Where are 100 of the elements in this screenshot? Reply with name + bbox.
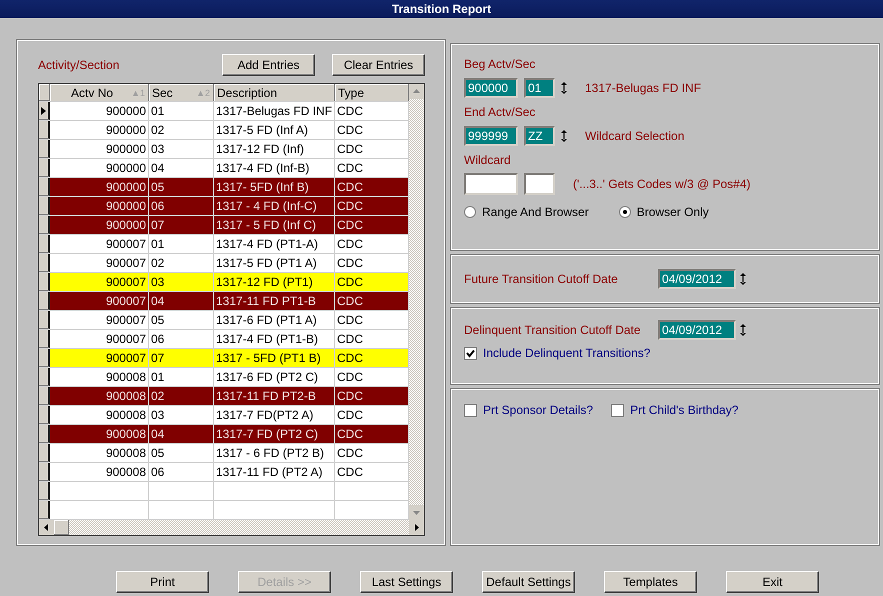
table-cell: 05 bbox=[149, 444, 214, 462]
spin-icon[interactable] bbox=[561, 130, 567, 142]
table-cell: 1317-7 FD (PT2 C) bbox=[214, 425, 335, 443]
row-selector[interactable] bbox=[39, 425, 50, 443]
row-selector[interactable] bbox=[39, 102, 50, 120]
checkbox-icon[interactable] bbox=[611, 404, 624, 416]
radio-icon[interactable] bbox=[464, 206, 476, 218]
entries-button[interactable]: Add Entries bbox=[222, 54, 315, 76]
spin-icon[interactable] bbox=[561, 82, 567, 94]
table-cell: 1317 - 6 FD (PT2 B) bbox=[214, 444, 335, 462]
table-cell: 900008 bbox=[50, 425, 149, 443]
table-cell: 1317-5 FD (Inf A) bbox=[214, 121, 335, 139]
table-cell: 07 bbox=[149, 349, 214, 367]
wildcard-label: Wildcard bbox=[464, 153, 511, 167]
action-button[interactable]: Default Settings bbox=[482, 571, 575, 593]
table-cell: 1317-5 FD (PT1 A) bbox=[214, 254, 335, 272]
table-cell: 06 bbox=[149, 330, 214, 348]
activity-field[interactable]: 900000 bbox=[464, 78, 518, 98]
table-cell: 1317-4 FD (PT1-B) bbox=[214, 330, 335, 348]
table-cell: 04 bbox=[149, 425, 214, 443]
table-cell: 900007 bbox=[50, 292, 149, 310]
horizontal-scrollbar[interactable] bbox=[39, 520, 424, 535]
table-cell: 900007 bbox=[50, 311, 149, 329]
row-selector[interactable] bbox=[39, 254, 50, 272]
table-cell: 05 bbox=[149, 178, 214, 196]
table-cell: 1317-12 FD (Inf) bbox=[214, 140, 335, 158]
row-selector[interactable] bbox=[39, 330, 50, 348]
date-field[interactable]: 04/09/2012 bbox=[658, 269, 736, 289]
future-cutoff-label: Future Transition Cutoff Date bbox=[464, 272, 619, 286]
row-selector[interactable] bbox=[39, 463, 50, 481]
spin-icon[interactable] bbox=[740, 324, 746, 336]
entries-button[interactable]: Clear Entries bbox=[332, 54, 425, 76]
row-selector[interactable] bbox=[39, 444, 50, 462]
table-cell: 01 bbox=[149, 368, 214, 386]
row-selector[interactable] bbox=[39, 121, 50, 139]
option-checkbox[interactable]: Prt Child's Birthday? bbox=[611, 403, 738, 417]
table-cell: 01 bbox=[149, 102, 214, 120]
table-cell: 03 bbox=[149, 406, 214, 424]
row-selector[interactable] bbox=[39, 292, 50, 310]
scroll-thumb[interactable] bbox=[54, 520, 69, 535]
table-cell: 06 bbox=[149, 463, 214, 481]
table-cell: 1317-6 FD (PT1 A) bbox=[214, 311, 335, 329]
section-field[interactable]: 01 bbox=[524, 78, 555, 98]
row-selector[interactable] bbox=[39, 406, 50, 424]
action-button[interactable]: Last Settings bbox=[360, 571, 453, 593]
table-cell: 900007 bbox=[50, 254, 149, 272]
activity-label: Activity/Section bbox=[38, 58, 120, 72]
table-cell: 900008 bbox=[50, 406, 149, 424]
row-selector[interactable] bbox=[39, 501, 50, 519]
column-header[interactable]: Description bbox=[214, 84, 335, 101]
table-cell: 900000 bbox=[50, 102, 149, 120]
radio-icon[interactable] bbox=[618, 206, 631, 218]
table-cell: 02 bbox=[149, 121, 214, 139]
scroll-left-icon[interactable] bbox=[39, 520, 54, 535]
table-cell: 04 bbox=[149, 159, 214, 177]
row-selector[interactable] bbox=[39, 387, 50, 405]
checkbox-icon[interactable] bbox=[464, 346, 477, 360]
table-cell: 02 bbox=[149, 254, 214, 272]
table-cell: 900007 bbox=[50, 349, 149, 367]
end-description: Wildcard Selection bbox=[585, 129, 684, 143]
row-selector[interactable] bbox=[39, 368, 50, 386]
radio-option[interactable]: Range And Browser bbox=[464, 205, 589, 219]
table-cell: 1317-11 FD PT2-B bbox=[214, 387, 335, 405]
row-selector[interactable] bbox=[39, 159, 50, 177]
option-checkbox[interactable]: Prt Sponsor Details? bbox=[464, 403, 594, 417]
table-cell: 900008 bbox=[50, 444, 149, 462]
row-selector[interactable] bbox=[39, 140, 50, 158]
action-button[interactable]: Print bbox=[116, 571, 209, 593]
column-header[interactable]: Type bbox=[335, 84, 409, 101]
section-field[interactable]: ZZ bbox=[524, 126, 555, 146]
checkbox-icon[interactable] bbox=[464, 404, 477, 416]
scroll-right-icon[interactable] bbox=[409, 520, 424, 535]
activity-field[interactable]: 999999 bbox=[464, 126, 518, 146]
table-cell: 1317-11 FD (PT2 A) bbox=[214, 463, 335, 481]
radio-option[interactable]: Browser Only bbox=[618, 205, 709, 219]
date-field[interactable]: 04/09/2012 bbox=[658, 320, 736, 340]
table-cell: 03 bbox=[149, 140, 214, 158]
row-selector[interactable] bbox=[39, 216, 50, 234]
spin-icon[interactable] bbox=[740, 273, 746, 285]
wildcard-field[interactable] bbox=[464, 173, 518, 195]
row-selector[interactable] bbox=[39, 482, 50, 500]
row-selector[interactable] bbox=[39, 197, 50, 215]
row-selector[interactable] bbox=[39, 178, 50, 196]
table-cell: 900000 bbox=[50, 216, 149, 234]
table-cell: 06 bbox=[149, 197, 214, 215]
row-selector[interactable] bbox=[39, 349, 50, 367]
table-cell: 900008 bbox=[50, 463, 149, 481]
table-cell: 900008 bbox=[50, 387, 149, 405]
end-label: End Actv/Sec bbox=[464, 105, 536, 119]
row-selector[interactable] bbox=[39, 311, 50, 329]
row-selector[interactable] bbox=[39, 235, 50, 253]
wildcard-field[interactable] bbox=[524, 173, 555, 195]
table-cell: 04 bbox=[149, 292, 214, 310]
row-selector[interactable] bbox=[39, 273, 50, 291]
action-button[interactable]: Templates bbox=[604, 571, 697, 593]
table-cell: 900008 bbox=[50, 368, 149, 386]
table-cell: 1317-11 FD PT1-B bbox=[214, 292, 335, 310]
include-delinquent-checkbox[interactable]: Include Delinquent Transitions? bbox=[464, 346, 866, 360]
action-button[interactable]: Exit bbox=[726, 571, 819, 593]
delinquent-cutoff-label: Delinquent Transition Cutoff Date bbox=[464, 323, 642, 337]
